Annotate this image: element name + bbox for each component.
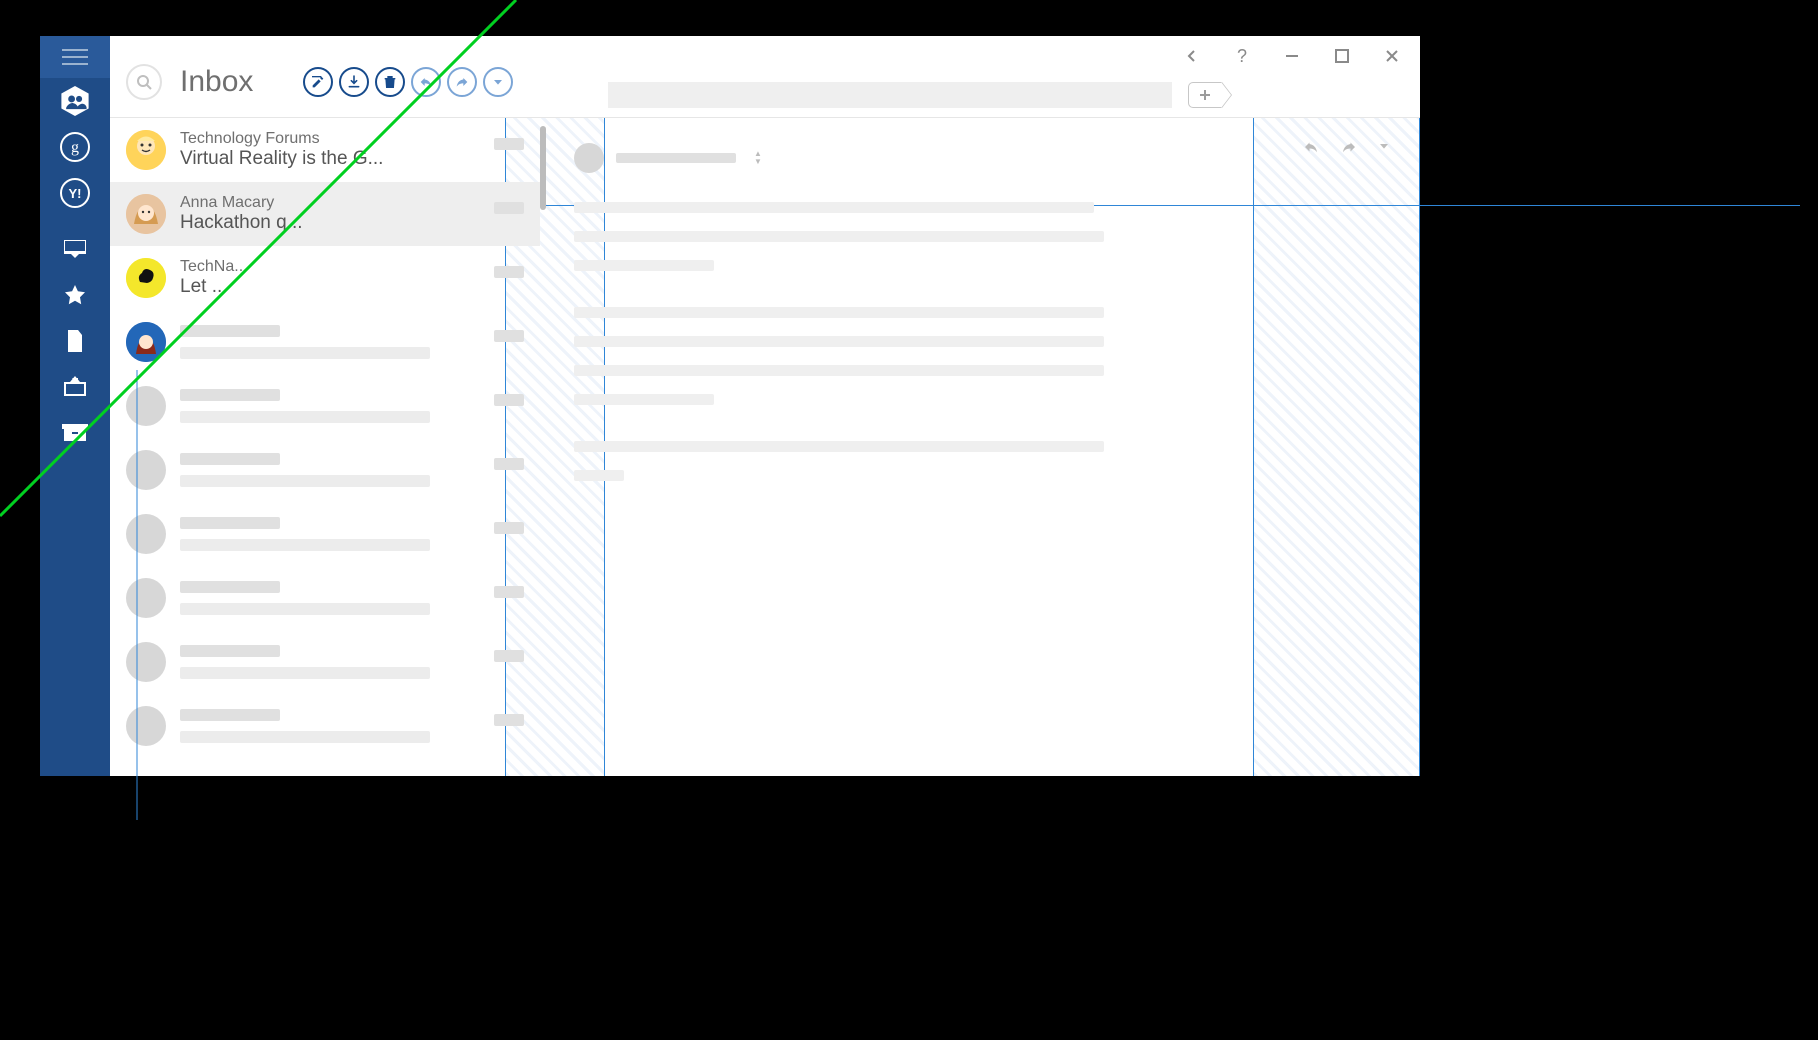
avatar [126,130,166,170]
message-item[interactable] [110,374,540,438]
avatar [126,706,166,746]
window-controls: ? [1178,36,1420,76]
reader-pane: ▲▼ [546,118,1420,776]
placeholder-line [180,517,280,529]
message-subject: Virtual Reality is the G... [180,148,480,170]
menu-icon[interactable] [40,36,110,78]
message-item[interactable] [110,566,540,630]
back-button[interactable] [1178,42,1206,70]
download-button[interactable] [339,67,369,97]
message-date-placeholder [494,522,524,534]
sidebar: g Y! [40,36,110,776]
sent-icon[interactable] [40,364,110,410]
message-sender: Technology Forums [180,130,480,148]
forward-button[interactable] [447,67,477,97]
avatar [126,450,166,490]
more-button[interactable] [483,67,513,97]
message-date-placeholder [494,138,524,150]
reader-body [574,202,1392,481]
message-item[interactable]: Anna Macary Hackathon q... [110,182,540,246]
app-window: g Y! [40,36,1420,776]
message-date-placeholder [494,714,524,726]
avatar [126,258,166,298]
message-item[interactable]: TechNa... Let ... [110,246,540,310]
placeholder-line [180,539,430,551]
message-item[interactable] [110,502,540,566]
compose-button[interactable] [303,67,333,97]
forward-icon[interactable] [1338,138,1360,161]
message-subject: Let ... [180,276,480,298]
placeholder-line [180,347,430,359]
message-date-placeholder [494,586,524,598]
placeholder-line [180,731,430,743]
placeholder-line [180,411,430,423]
inbox-icon[interactable] [40,226,110,272]
message-list[interactable]: Technology Forums Virtual Reality is the… [110,118,540,776]
avatar [126,578,166,618]
path-bar[interactable] [608,82,1172,108]
avatar [126,642,166,682]
close-button[interactable] [1378,42,1406,70]
page-title: Inbox [180,65,253,99]
message-item[interactable] [110,630,540,694]
minimize-button[interactable] [1278,42,1306,70]
message-sender: Anna Macary [180,194,480,212]
message-item[interactable] [110,438,540,502]
message-item[interactable]: Technology Forums Virtual Reality is the… [110,118,540,182]
starred-icon[interactable] [40,272,110,318]
placeholder-line [180,709,280,721]
avatar [126,514,166,554]
placeholder-line [180,603,430,615]
message-date-placeholder [494,330,524,342]
avatar [126,194,166,234]
placeholder-line [180,475,430,487]
help-button[interactable]: ? [1228,42,1256,70]
expand-toggle[interactable]: ▲▼ [754,150,762,166]
message-date-placeholder [494,202,524,214]
maximize-button[interactable] [1328,42,1356,70]
google-account-icon[interactable]: g [40,124,110,170]
toolbar [303,67,513,97]
add-tag-button[interactable] [1188,82,1222,108]
placeholder-line [180,667,430,679]
placeholder-line [180,581,280,593]
archive-icon[interactable] [40,410,110,456]
main-area: ? Inbox [110,36,1420,776]
contacts-icon[interactable] [40,78,110,124]
message-date-placeholder [494,394,524,406]
avatar [126,322,166,362]
placeholder-line [180,453,280,465]
search-button[interactable] [126,64,162,100]
sender-placeholder [616,153,736,163]
avatar [574,143,604,173]
reply-button[interactable] [411,67,441,97]
yahoo-account-icon[interactable]: Y! [40,170,110,216]
delete-button[interactable] [375,67,405,97]
message-item[interactable] [110,694,540,758]
reader-actions [1300,138,1392,161]
message-date-placeholder [494,458,524,470]
placeholder-line [180,645,280,657]
content: Technology Forums Virtual Reality is the… [110,118,1420,776]
message-sender: TechNa... [180,258,480,276]
reply-icon[interactable] [1300,138,1322,161]
message-date-placeholder [494,650,524,662]
drafts-icon[interactable] [40,318,110,364]
message-subject: Hackathon q... [180,212,480,234]
reader-header: ▲▼ [574,138,1392,178]
avatar [126,386,166,426]
svg-text:g: g [71,139,79,156]
placeholder-line [180,389,280,401]
message-date-placeholder [494,266,524,278]
more-icon[interactable] [1376,138,1392,161]
svg-text:Y!: Y! [69,186,82,201]
placeholder-line [180,325,280,337]
message-item[interactable] [110,310,540,374]
